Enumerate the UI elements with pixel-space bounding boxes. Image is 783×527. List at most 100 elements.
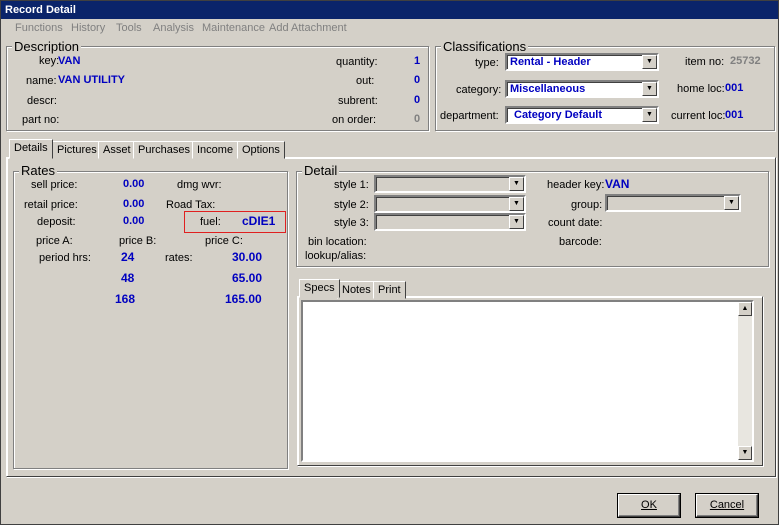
department-select[interactable]: Category Default ▼: [505, 106, 659, 124]
dmg-wvr-label: dmg wvr:: [177, 179, 222, 191]
scroll-down-arrow-icon[interactable]: ▼: [738, 446, 752, 460]
key-value[interactable]: VAN: [58, 55, 80, 67]
deposit-value[interactable]: 0.00: [123, 215, 144, 227]
menu-maintenance[interactable]: Maintenance: [202, 22, 265, 34]
out-label: out:: [356, 75, 375, 87]
price-c-label: price C:: [205, 235, 243, 247]
tab-print[interactable]: Print: [373, 281, 406, 299]
rates-title: Rates: [19, 163, 57, 178]
quantity-label: quantity:: [336, 56, 378, 68]
type-select[interactable]: Rental - Header ▼: [505, 53, 659, 71]
department-label: department:: [440, 110, 499, 122]
road-tax-label: Road Tax:: [166, 199, 216, 211]
classifications-title: Classifications: [441, 39, 529, 54]
item-no-value: 25732: [730, 55, 761, 67]
retail-price-label: retail price:: [24, 199, 78, 211]
fuel-label: fuel:: [200, 216, 221, 228]
tab-asset[interactable]: Asset: [98, 141, 136, 159]
detail-title: Detail: [302, 163, 340, 178]
style-3-label: style 3:: [334, 217, 369, 229]
style-1-select[interactable]: ▼: [374, 175, 526, 193]
specs-scrollbar[interactable]: ▲ ▼: [738, 302, 752, 460]
tab-notes[interactable]: Notes: [337, 281, 376, 299]
name-label: name:: [26, 75, 57, 87]
name-value[interactable]: VAN UTILITY: [58, 74, 125, 86]
price-a-label: price A:: [36, 235, 73, 247]
tab-details[interactable]: Details: [9, 139, 53, 159]
group-select[interactable]: ▼: [605, 194, 741, 212]
barcode-label: barcode:: [559, 236, 602, 248]
rate-value[interactable]: 30.00: [232, 250, 262, 264]
chevron-down-icon[interactable]: ▼: [642, 108, 657, 122]
menu-add-attachment[interactable]: Add Attachment: [269, 22, 347, 34]
style-1-label: style 1:: [334, 179, 369, 191]
chevron-down-icon[interactable]: ▼: [509, 177, 524, 191]
sell-price-label: sell price:: [31, 179, 78, 191]
subrent-label: subrent:: [338, 95, 378, 107]
home-loc-label: home loc:: [677, 83, 725, 95]
period-value[interactable]: 24: [121, 250, 134, 264]
type-label: type:: [475, 57, 499, 69]
ok-button[interactable]: OK: [618, 494, 680, 517]
style-2-label: style 2:: [334, 199, 369, 211]
record-detail-window: Record Detail Functions History Tools An…: [0, 0, 779, 525]
tab-pictures[interactable]: Pictures: [52, 141, 102, 159]
menu-functions[interactable]: Functions: [15, 22, 63, 34]
ok-button-label: OK: [641, 499, 657, 511]
department-value: Category Default: [514, 109, 603, 121]
current-loc-value: 001: [725, 109, 744, 121]
out-value: 0: [414, 74, 421, 86]
group-label: group:: [571, 199, 603, 211]
descr-label: descr:: [27, 95, 57, 107]
sell-price-value[interactable]: 0.00: [123, 178, 144, 190]
tab-income[interactable]: Income: [192, 141, 239, 159]
on-order-value: 0: [414, 113, 421, 125]
period-value[interactable]: 48: [121, 271, 134, 285]
rate-value[interactable]: 65.00: [232, 271, 262, 285]
on-order-label: on order:: [332, 114, 377, 126]
menu-history[interactable]: History: [71, 22, 105, 34]
tab-purchases[interactable]: Purchases: [133, 141, 195, 159]
style-3-select[interactable]: ▼: [374, 213, 526, 231]
window-title: Record Detail: [5, 4, 76, 16]
chevron-down-icon[interactable]: ▼: [509, 197, 524, 211]
specs-text-area[interactable]: ▲ ▼: [301, 300, 754, 462]
description-title: Description: [12, 39, 82, 54]
type-value: Rental - Header: [510, 56, 591, 68]
item-no-label: item no:: [685, 56, 725, 68]
title-bar: Record Detail: [1, 1, 778, 19]
scroll-up-arrow-icon[interactable]: ▲: [738, 302, 752, 316]
category-label: category:: [456, 84, 502, 96]
chevron-down-icon[interactable]: ▼: [724, 196, 739, 210]
rate-value[interactable]: 165.00: [225, 292, 262, 306]
chevron-down-icon[interactable]: ▼: [642, 55, 657, 69]
category-value: Miscellaneous: [510, 83, 586, 95]
cancel-button-label: Cancel: [709, 499, 745, 511]
menu-tools[interactable]: Tools: [116, 22, 142, 34]
price-b-label: price B:: [119, 235, 157, 247]
period-value[interactable]: 168: [115, 292, 135, 306]
home-loc-value: 001: [725, 82, 744, 94]
current-loc-label: current loc:: [671, 110, 726, 122]
lookup-alias-label: lookup/alias:: [305, 250, 367, 262]
part-no-label: part no:: [22, 114, 60, 126]
quantity-value: 1: [414, 55, 421, 67]
count-date-label: count date:: [548, 217, 603, 229]
retail-price-value[interactable]: 0.00: [123, 198, 144, 210]
chevron-down-icon[interactable]: ▼: [642, 82, 657, 96]
header-key-value: VAN: [605, 177, 630, 191]
category-select[interactable]: Miscellaneous ▼: [505, 80, 659, 98]
key-label: key:: [39, 55, 60, 67]
tab-options[interactable]: Options: [237, 141, 285, 159]
cancel-button[interactable]: Cancel: [696, 494, 758, 517]
header-key-label: header key:: [547, 179, 605, 191]
subrent-value: 0: [414, 94, 421, 106]
menu-analysis[interactable]: Analysis: [153, 22, 194, 34]
tab-specs[interactable]: Specs: [299, 279, 340, 298]
style-2-select[interactable]: ▼: [374, 195, 526, 213]
chevron-down-icon[interactable]: ▼: [509, 215, 524, 229]
bin-location-label: bin location:: [308, 236, 367, 248]
rates-label: rates:: [165, 252, 193, 264]
fuel-value[interactable]: cDIE1: [242, 214, 275, 228]
menu-bar: Functions History Tools Analysis Mainten…: [1, 19, 778, 39]
